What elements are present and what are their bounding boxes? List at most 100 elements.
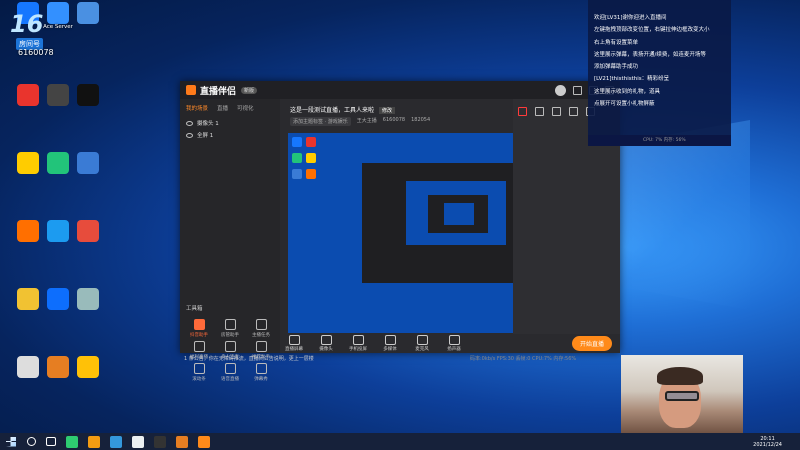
chat-footer: CPU: 7% 内存: 56%	[588, 135, 731, 146]
tool-label: 语音直播	[221, 377, 239, 382]
app-logo-icon	[186, 85, 196, 95]
app-icon	[47, 152, 69, 174]
app-icon	[77, 152, 99, 174]
app-name: 直播伴侣	[200, 86, 237, 97]
taskbar: 20:11 2021/12/24	[0, 433, 800, 450]
tool-label: 滚动条	[192, 377, 206, 382]
recursive-preview-inner3	[444, 203, 474, 225]
speaker-icon	[448, 334, 460, 345]
microphone-button[interactable]: 麦克风	[408, 334, 436, 352]
settings-icon[interactable]	[569, 107, 578, 116]
app-icon	[17, 152, 39, 174]
room-number: 16	[10, 10, 44, 38]
app-titlebar[interactable]: 直播伴侣 新版	[180, 81, 620, 99]
streamer-name: 王大主播	[356, 118, 377, 124]
desktop-icon[interactable]	[68, 84, 108, 106]
user-avatar[interactable]	[555, 84, 566, 96]
start-live-button[interactable]: 开始直播	[571, 335, 612, 351]
live-title-row: 这是一段测试直播，工具人来啦 修改	[290, 105, 395, 114]
topic-chip[interactable]: 添加主题标签 · 游戏娱乐	[290, 117, 351, 126]
tool-icon	[224, 319, 236, 330]
phone-cast-button[interactable]: 手机投屏	[344, 334, 372, 352]
tool-icon	[224, 363, 236, 374]
tool-label: 主播任务	[252, 333, 270, 338]
button-label: 麦克风	[415, 346, 429, 352]
taskbar-app-icon[interactable]	[198, 435, 210, 448]
desktop-icon[interactable]	[68, 152, 108, 174]
microphone-icon	[416, 334, 428, 345]
date: 2021/12/24	[753, 441, 782, 448]
app-icon	[17, 220, 39, 242]
desktop-icon[interactable]	[68, 288, 108, 310]
toolbox-grid: 抖音助手 房管助手 主播任务 福利直播 多人连麦 推荐助手 滚动条 语音直播 弹幕秀	[184, 319, 276, 382]
app-icon	[77, 2, 99, 24]
taskbar-app-icon[interactable]	[110, 435, 122, 448]
scene-item[interactable]: 全屏 1	[180, 129, 280, 141]
tool-label: 房管助手	[221, 333, 239, 338]
button-label: 手机投屏	[349, 346, 367, 352]
tool-item[interactable]: 弹幕秀	[246, 363, 276, 382]
preview-desktop-icons	[290, 135, 320, 183]
chat-line: 添加弹幕助手成功	[594, 64, 639, 71]
chat-line: 欢迎[LV31]谢你迎进入直播间	[594, 15, 667, 21]
lock-icon[interactable]	[552, 107, 561, 116]
media-button[interactable]: 多媒体	[376, 334, 404, 352]
tab-scenes[interactable]: 我的场景	[186, 104, 208, 112]
taskbar-app-icon[interactable]	[66, 435, 78, 448]
gift-icon[interactable]	[518, 107, 527, 116]
button-label: 多媒体	[383, 346, 397, 352]
clock: 20:11 2021/12/24	[753, 436, 782, 448]
webcam-feed	[621, 355, 743, 435]
app-icon	[77, 220, 99, 242]
speaker-button[interactable]: 扬声器	[440, 334, 468, 352]
chat-overlay-panel[interactable]: 欢迎[LV31]谢你迎进入直播间 左键拖拽顶部改变位置，右键拉伸边框改变大小 右上角…	[588, 0, 731, 146]
tool-item[interactable]: 抖音助手	[184, 319, 214, 338]
app-icon	[17, 356, 39, 378]
bell-icon[interactable]	[535, 107, 544, 116]
button-label: 摄像头	[319, 346, 333, 352]
tool-item[interactable]: 主播任务	[246, 319, 276, 338]
edit-title-button[interactable]: 修改	[378, 107, 395, 114]
glasses	[665, 391, 699, 401]
tool-icon	[255, 363, 267, 374]
search-icon[interactable]	[27, 437, 36, 446]
start-icon[interactable]	[6, 436, 16, 447]
task-view-icon[interactable]	[46, 437, 56, 446]
desktop-icon[interactable]	[68, 220, 108, 242]
tab-live[interactable]: 直播	[217, 104, 228, 112]
tool-icon	[193, 363, 205, 374]
status-stats: 码率:0kb/s FPS:30 丢帧:0 CPU:7% 内存:56%	[470, 356, 577, 362]
desktop-icon[interactable]	[68, 2, 108, 24]
tool-item[interactable]: 语音直播	[215, 363, 245, 382]
scene-item[interactable]: 摄像头 1	[180, 117, 280, 129]
scene-label: 摄像头 1	[197, 121, 219, 127]
live-title: 这是一段测试直播，工具人来啦	[290, 107, 375, 114]
app-icon	[77, 84, 99, 106]
desktop-icon[interactable]	[68, 356, 108, 378]
tool-label: 抖音助手	[190, 333, 208, 338]
taskbar-app-icon[interactable]	[132, 435, 144, 448]
app-icon	[47, 356, 69, 378]
app-icon	[47, 220, 69, 242]
eye-icon[interactable]	[186, 132, 193, 138]
eye-icon[interactable]	[186, 120, 193, 126]
live-companion-window: 直播伴侣 新版 我的场景 直播 可视化 摄像头 1 全屏 1 工具箱 抖音助手 房…	[180, 81, 620, 382]
chat-line: [LV21]thisthisthis：精彩纷呈	[594, 76, 670, 83]
tool-icon	[255, 319, 267, 330]
chat-line: 右上角有设置菜单	[594, 39, 639, 46]
screen-capture-button[interactable]: 直播屏幕	[280, 334, 308, 352]
taskbar-app-icon[interactable]	[176, 435, 188, 448]
button-label: 扬声器	[447, 346, 461, 352]
tool-item[interactable]: 滚动条	[184, 363, 214, 382]
taskbar-app-icon[interactable]	[88, 435, 100, 448]
scene-label: 全屏 1	[197, 133, 214, 139]
button-label: 直播屏幕	[285, 346, 303, 352]
room-id: 6160078	[18, 48, 54, 57]
tab-visual[interactable]: 可视化	[237, 104, 254, 112]
camera-button[interactable]: 摄像头	[312, 334, 340, 352]
tool-item[interactable]: 房管助手	[215, 319, 245, 338]
scene-tabs: 我的场景 直播 可视化	[180, 99, 280, 117]
taskbar-app-icon[interactable]	[154, 435, 166, 448]
streamer-hair	[657, 367, 703, 385]
menu-icon[interactable]	[573, 85, 582, 95]
